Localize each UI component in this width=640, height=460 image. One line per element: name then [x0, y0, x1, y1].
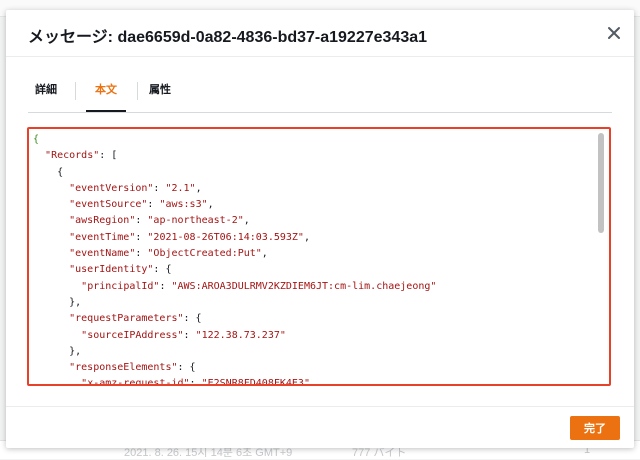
code-line: "requestParameters": {: [69, 313, 202, 325]
code-line: "eventVersion": "2.1",: [69, 182, 202, 194]
code-line: "responseElements": {: [69, 362, 196, 374]
tab-attributes[interactable]: 属性: [142, 70, 178, 110]
code-line: {: [33, 166, 64, 178]
code-line: "userIdentity": {: [69, 264, 172, 276]
code-line: {: [33, 134, 40, 145]
done-button[interactable]: 完了: [570, 416, 620, 440]
code-line: "principalId": "AWS:AROA3DULRMV2KZDIEM6J…: [81, 280, 437, 292]
code-line: "eventSource": "aws:s3",: [69, 199, 214, 211]
modal-footer: 完了: [6, 406, 634, 449]
code-line: },: [33, 345, 82, 357]
close-button[interactable]: [604, 23, 624, 43]
code-line: "eventTime": "2021-08-26T06:14:03.593Z",: [69, 231, 310, 243]
modal-header: メッセージ: dae6659d-0a82-4836-bd37-a19227e34…: [6, 10, 634, 57]
code-line: },: [33, 296, 82, 308]
tab-body[interactable]: 本文: [86, 70, 126, 112]
code-line: "x-amz-request-id": "E2SNR8FD408FK4E3",: [81, 378, 316, 386]
code-line: "sourceIPAddress": "122.38.73.237": [81, 329, 286, 341]
tab-bar: 詳細 本文 属性: [28, 70, 612, 113]
message-body-viewer[interactable]: { "Records": [ { "eventVersion": "2.1", …: [27, 127, 611, 386]
close-icon: [608, 27, 620, 39]
tab-details[interactable]: 詳細: [28, 70, 64, 110]
message-modal: メッセージ: dae6659d-0a82-4836-bd37-a19227e34…: [6, 10, 634, 448]
scroll-thumb[interactable]: [598, 133, 604, 233]
code-line: "awsRegion": "ap-northeast-2",: [69, 215, 250, 227]
tab-divider: [75, 82, 76, 100]
message-body-code: { "Records": [ { "eventVersion": "2.1", …: [33, 132, 593, 386]
body-scrollbar[interactable]: [596, 129, 606, 384]
modal-title: メッセージ: dae6659d-0a82-4836-bd37-a19227e34…: [28, 29, 428, 46]
code-line: "eventName": "ObjectCreated:Put",: [69, 248, 268, 260]
tab-divider: [137, 82, 138, 100]
code-line: "Records": [: [45, 150, 118, 162]
